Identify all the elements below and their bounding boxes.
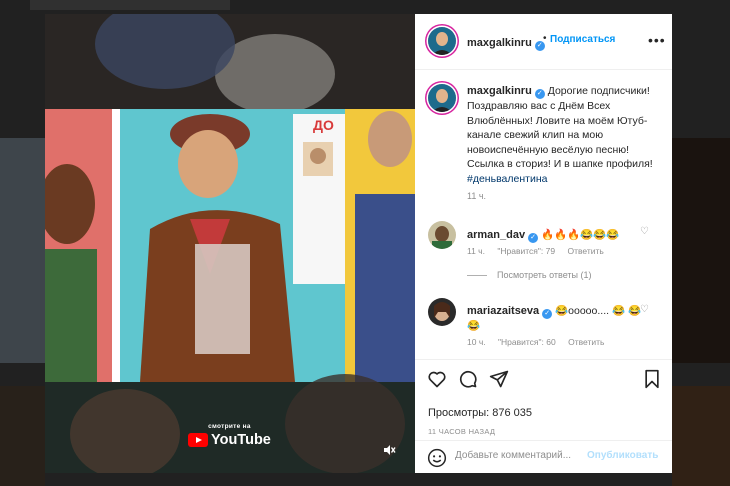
comment-time[interactable]: 10 ч.	[467, 337, 486, 347]
youtube-play-icon	[188, 433, 208, 447]
commenter-avatar[interactable]	[428, 221, 456, 249]
comment-form: Опубликовать	[415, 440, 672, 474]
comment-meta: 10 ч. "Нравится": 60 Ответить	[467, 337, 614, 347]
comment-icon[interactable]	[458, 369, 478, 394]
comment-time[interactable]: 11 ч.	[467, 246, 485, 256]
comment-likes[interactable]: "Нравится": 60	[498, 337, 556, 347]
view-replies-label: Посмотреть ответы (1)	[497, 270, 592, 280]
hashtag-link[interactable]: #деньвалентина	[467, 173, 547, 185]
separator-dot: •	[543, 33, 547, 44]
caption-username[interactable]: maxgalkinru	[467, 85, 532, 97]
comment-username[interactable]: arman_dav	[467, 229, 525, 241]
comment-username[interactable]: mariazaitseva	[467, 305, 539, 317]
caption-avatar[interactable]	[428, 84, 456, 112]
caption-timestamp[interactable]: 11 ч.	[467, 191, 486, 201]
mute-icon[interactable]	[382, 443, 396, 460]
youtube-watermark: смотрите на YouTube	[188, 423, 271, 448]
comment-item: arman_dav ✓ 🔥🔥🔥😂😂😂	[467, 228, 647, 243]
youtube-brand-label: YouTube	[211, 432, 271, 448]
replies-divider	[467, 275, 487, 277]
heart-icon[interactable]	[427, 369, 447, 394]
caption-text: Дорогие подписчики! Поздравляю вас с Днё…	[467, 85, 653, 170]
emoji-icon[interactable]	[427, 448, 447, 473]
post-actions: Просмотры: 876 035 11 ЧАСОВ НАЗАД Опубли…	[415, 359, 672, 473]
send-icon[interactable]	[489, 369, 509, 394]
comment-likes[interactable]: "Нравится": 79	[497, 246, 555, 256]
post-video[interactable]: ДО смотрите на YouTube	[45, 14, 415, 473]
commenter-avatar[interactable]	[428, 298, 456, 326]
author-username[interactable]: maxgalkinru	[467, 37, 532, 49]
post-time-ago[interactable]: 11 ЧАСОВ НАЗАД	[428, 427, 495, 436]
more-options-icon[interactable]: •••	[648, 32, 666, 48]
reply-button[interactable]: Ответить	[567, 246, 603, 256]
follow-button[interactable]: Подписаться	[550, 34, 615, 45]
watch-on-label: смотрите на	[208, 423, 251, 430]
views-count[interactable]: Просмотры: 876 035	[428, 407, 532, 419]
comment-meta: 11 ч. "Нравится": 79 Ответить	[467, 246, 614, 256]
author-row: maxgalkinru ✓	[467, 33, 545, 51]
comment-like-icon[interactable]: ♡	[640, 304, 649, 315]
comment-input[interactable]	[455, 450, 583, 461]
view-replies-button[interactable]: Посмотреть ответы (1)	[467, 270, 592, 280]
youtube-logo: YouTube	[188, 432, 271, 448]
post-caption: maxgalkinru ✓ Дорогие подписчики! Поздрав…	[467, 84, 662, 186]
reply-button[interactable]: Ответить	[568, 337, 604, 347]
verified-badge-icon: ✓	[528, 233, 539, 243]
comment-like-icon[interactable]: ♡	[640, 226, 649, 237]
post-sidebar: maxgalkinru ✓ • Подписаться ••• maxgalkin…	[415, 14, 672, 473]
post-header: maxgalkinru ✓ • Подписаться •••	[415, 14, 672, 70]
bookmark-icon[interactable]	[643, 369, 661, 394]
verified-badge-icon: ✓	[542, 309, 553, 319]
comment-text: 🔥🔥🔥😂😂😂	[541, 229, 620, 241]
comment-item: mariazaitseva ✓ 😂ooooo.... 😂 😂😂	[467, 304, 647, 333]
video-frame: ДО	[45, 14, 415, 473]
author-avatar[interactable]	[428, 27, 456, 55]
sign-text: ДО	[313, 117, 334, 133]
publish-button[interactable]: Опубликовать	[587, 450, 658, 461]
verified-badge-icon: ✓	[534, 89, 545, 99]
